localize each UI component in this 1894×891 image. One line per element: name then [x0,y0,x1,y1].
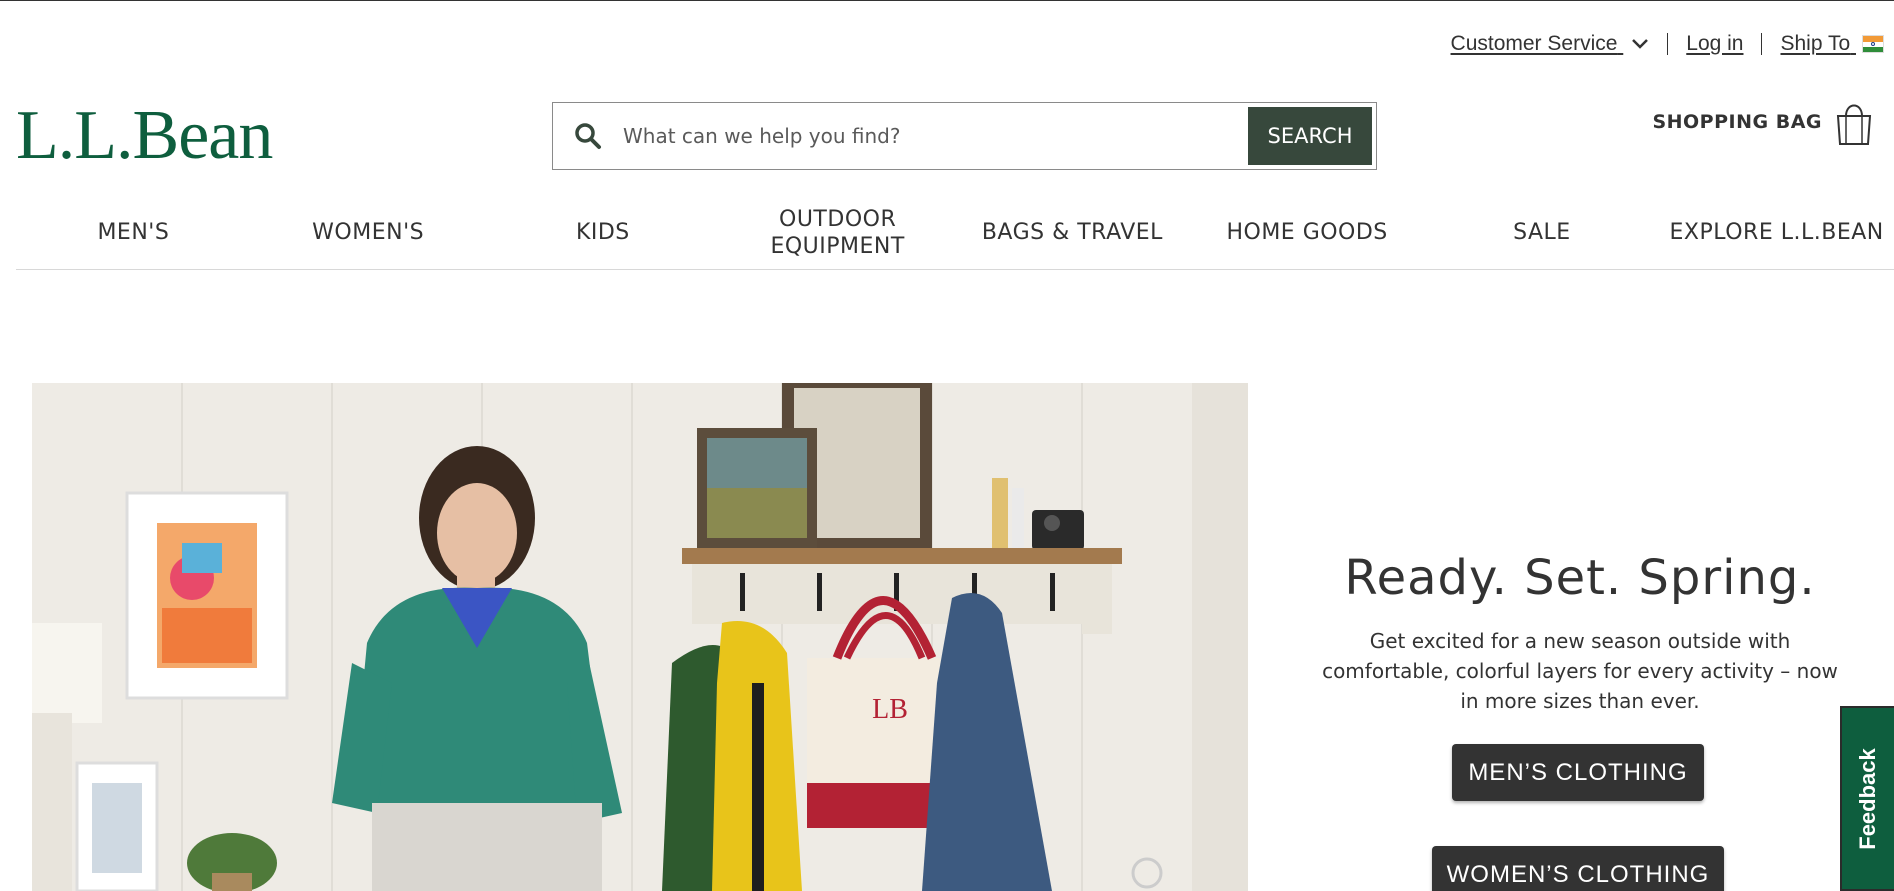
chevron-down-icon [1632,39,1649,50]
divider [1667,33,1669,55]
shopping-bag-label: SHOPPING BAG [1652,111,1822,133]
nav-item-home-goods[interactable]: HOME GOODS [1190,200,1425,269]
womens-clothing-button[interactable]: WOMEN’S CLOTHING [1432,846,1724,891]
nav-item-explore[interactable]: EXPLORE L.L.BEAN [1659,200,1894,269]
search-bar: SEARCH [552,102,1377,170]
top-border [0,0,1894,1]
search-button[interactable]: SEARCH [1248,107,1372,165]
login-link[interactable]: Log in [1686,32,1743,56]
hero-promo: Ready. Set. Spring. Get excited for a ne… [1320,548,1840,891]
utility-bar: Customer Service Log in Ship To [1451,30,1884,58]
nav-item-mens[interactable]: MEN'S [16,200,251,269]
shopping-bag-button[interactable]: SHOPPING BAG [1652,98,1874,146]
customer-service-label: Customer Service [1450,32,1618,55]
nav-item-kids[interactable]: KIDS [486,200,721,269]
hero-body: Get excited for a new season outside wit… [1322,629,1838,713]
india-flag-icon [1862,35,1884,54]
hero-illustration: LB [32,383,1248,891]
nav-item-bags-travel[interactable]: BAGS & TRAVEL [955,200,1190,269]
nav-item-sale[interactable]: SALE [1425,200,1660,269]
ship-to-label: Ship To [1780,32,1851,55]
feedback-label: Feedback [1855,747,1880,850]
search-input[interactable] [623,103,1248,169]
divider [1761,33,1763,55]
hero-headline: Ready. Set. Spring. [1344,550,1816,606]
nav-item-outdoor-equipment[interactable]: OUTDOOR EQUIPMENT [720,200,955,269]
nav-item-womens[interactable]: WOMEN'S [251,200,486,269]
shopping-bag-icon [1836,104,1872,145]
ship-to-link[interactable]: Ship To [1780,32,1884,56]
llbean-logo[interactable]: L.L.Bean [16,96,273,176]
tote-monogram: LB [872,694,908,725]
main-nav: MEN'S WOMEN'S KIDS OUTDOOR EQUIPMENT BAG… [16,200,1894,270]
customer-service-link[interactable]: Customer Service [1451,32,1650,56]
search-icon [553,103,623,169]
feedback-tab[interactable]: Feedback [1840,706,1894,891]
mens-clothing-button[interactable]: MEN’S CLOTHING [1452,744,1704,801]
hero-image[interactable]: LB [32,383,1248,891]
